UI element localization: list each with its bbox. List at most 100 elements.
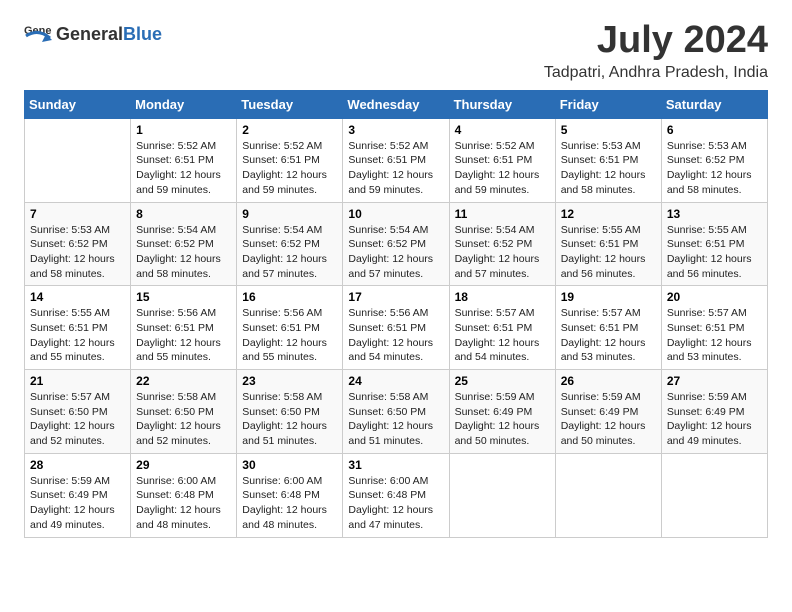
day-number: 6 bbox=[667, 123, 762, 137]
day-info: Sunrise: 5:53 AM Sunset: 6:52 PM Dayligh… bbox=[667, 139, 762, 198]
day-info: Sunrise: 5:57 AM Sunset: 6:50 PM Dayligh… bbox=[30, 390, 125, 449]
calendar-cell: 7 Sunrise: 5:53 AM Sunset: 6:52 PM Daylig… bbox=[25, 202, 131, 286]
day-info: Sunrise: 5:56 AM Sunset: 6:51 PM Dayligh… bbox=[242, 306, 337, 365]
weekday-header-tuesday: Tuesday bbox=[237, 90, 343, 118]
calendar-cell: 17Sunrise: 5:56 AM Sunset: 6:51 PM Dayli… bbox=[343, 286, 449, 370]
weekday-header-thursday: Thursday bbox=[449, 90, 555, 118]
day-info: Sunrise: 6:00 AM Sunset: 6:48 PM Dayligh… bbox=[242, 474, 337, 533]
weekday-header-monday: Monday bbox=[131, 90, 237, 118]
calendar-subtitle: Tadpatri, Andhra Pradesh, India bbox=[544, 64, 768, 82]
weekday-header-sunday: Sunday bbox=[25, 90, 131, 118]
day-info: Sunrise: 5:57 AM Sunset: 6:51 PM Dayligh… bbox=[561, 306, 656, 365]
calendar-cell bbox=[661, 453, 767, 537]
logo: General GeneralBlue bbox=[24, 20, 162, 48]
day-info: Sunrise: 6:00 AM Sunset: 6:48 PM Dayligh… bbox=[136, 474, 231, 533]
day-info: Sunrise: 5:52 AM Sunset: 6:51 PM Dayligh… bbox=[242, 139, 337, 198]
day-number: 10 bbox=[348, 207, 443, 221]
calendar-cell: 20 Sunrise: 5:57 AM Sunset: 6:51 PM Dayli… bbox=[661, 286, 767, 370]
weekday-header-friday: Friday bbox=[555, 90, 661, 118]
calendar-cell: 26 Sunrise: 5:59 AM Sunset: 6:49 PM Dayli… bbox=[555, 370, 661, 454]
day-number: 22 bbox=[136, 374, 231, 388]
title-section: July 2024 Tadpatri, Andhra Pradesh, Indi… bbox=[544, 20, 768, 82]
day-info: Sunrise: 5:54 AM Sunset: 6:52 PM Dayligh… bbox=[136, 223, 231, 282]
day-number: 18 bbox=[455, 290, 550, 304]
day-info: Sunrise: 5:59 AM Sunset: 6:49 PM Dayligh… bbox=[455, 390, 550, 449]
day-info: Sunrise: 5:52 AM Sunset: 6:51 PM Dayligh… bbox=[455, 139, 550, 198]
day-number: 24 bbox=[348, 374, 443, 388]
day-info: Sunrise: 5:59 AM Sunset: 6:49 PM Dayligh… bbox=[30, 474, 125, 533]
day-number: 2 bbox=[242, 123, 337, 137]
calendar-cell: 12 Sunrise: 5:55 AM Sunset: 6:51 PM Dayli… bbox=[555, 202, 661, 286]
day-info: Sunrise: 5:59 AM Sunset: 6:49 PM Dayligh… bbox=[561, 390, 656, 449]
day-info: Sunrise: 5:56 AM Sunset: 6:51 PM Dayligh… bbox=[136, 306, 231, 365]
day-number: 30 bbox=[242, 458, 337, 472]
weekday-header-row: SundayMondayTuesdayWednesdayThursdayFrid… bbox=[25, 90, 768, 118]
calendar-week-4: 21Sunrise: 5:57 AM Sunset: 6:50 PM Dayli… bbox=[25, 370, 768, 454]
calendar-cell: 1 Sunrise: 5:52 AM Sunset: 6:51 PM Daylig… bbox=[131, 118, 237, 202]
calendar-week-2: 7 Sunrise: 5:53 AM Sunset: 6:52 PM Daylig… bbox=[25, 202, 768, 286]
day-info: Sunrise: 5:53 AM Sunset: 6:52 PM Dayligh… bbox=[30, 223, 125, 282]
day-info: Sunrise: 5:58 AM Sunset: 6:50 PM Dayligh… bbox=[348, 390, 443, 449]
calendar-cell: 27 Sunrise: 5:59 AM Sunset: 6:49 PM Dayli… bbox=[661, 370, 767, 454]
day-info: Sunrise: 5:59 AM Sunset: 6:49 PM Dayligh… bbox=[667, 390, 762, 449]
day-number: 8 bbox=[136, 207, 231, 221]
calendar-cell: 10Sunrise: 5:54 AM Sunset: 6:52 PM Dayli… bbox=[343, 202, 449, 286]
day-number: 5 bbox=[561, 123, 656, 137]
calendar-cell bbox=[555, 453, 661, 537]
day-info: Sunrise: 5:56 AM Sunset: 6:51 PM Dayligh… bbox=[348, 306, 443, 365]
calendar-cell: 28 Sunrise: 5:59 AM Sunset: 6:49 PM Dayli… bbox=[25, 453, 131, 537]
day-info: Sunrise: 5:55 AM Sunset: 6:51 PM Dayligh… bbox=[561, 223, 656, 282]
day-number: 9 bbox=[242, 207, 337, 221]
day-number: 14 bbox=[30, 290, 125, 304]
day-info: Sunrise: 5:57 AM Sunset: 6:51 PM Dayligh… bbox=[667, 306, 762, 365]
day-number: 1 bbox=[136, 123, 231, 137]
calendar-cell: 13 Sunrise: 5:55 AM Sunset: 6:51 PM Dayli… bbox=[661, 202, 767, 286]
calendar-cell: 8 Sunrise: 5:54 AM Sunset: 6:52 PM Daylig… bbox=[131, 202, 237, 286]
day-info: Sunrise: 5:52 AM Sunset: 6:51 PM Dayligh… bbox=[348, 139, 443, 198]
logo-blue: Blue bbox=[123, 24, 162, 44]
calendar-cell: 5Sunrise: 5:53 AM Sunset: 6:51 PM Daylig… bbox=[555, 118, 661, 202]
day-info: Sunrise: 5:54 AM Sunset: 6:52 PM Dayligh… bbox=[455, 223, 550, 282]
calendar-cell: 19 Sunrise: 5:57 AM Sunset: 6:51 PM Dayli… bbox=[555, 286, 661, 370]
day-number: 12 bbox=[561, 207, 656, 221]
day-number: 16 bbox=[242, 290, 337, 304]
day-number: 25 bbox=[455, 374, 550, 388]
day-number: 26 bbox=[561, 374, 656, 388]
calendar-cell: 2 Sunrise: 5:52 AM Sunset: 6:51 PM Daylig… bbox=[237, 118, 343, 202]
calendar-cell bbox=[449, 453, 555, 537]
day-number: 7 bbox=[30, 207, 125, 221]
day-info: Sunrise: 5:58 AM Sunset: 6:50 PM Dayligh… bbox=[136, 390, 231, 449]
day-info: Sunrise: 5:54 AM Sunset: 6:52 PM Dayligh… bbox=[242, 223, 337, 282]
day-number: 20 bbox=[667, 290, 762, 304]
logo-general: General bbox=[56, 24, 123, 44]
day-number: 11 bbox=[455, 207, 550, 221]
day-info: Sunrise: 6:00 AM Sunset: 6:48 PM Dayligh… bbox=[348, 474, 443, 533]
calendar-title: July 2024 bbox=[544, 20, 768, 62]
calendar-cell: 29Sunrise: 6:00 AM Sunset: 6:48 PM Dayli… bbox=[131, 453, 237, 537]
calendar-cell: 22 Sunrise: 5:58 AM Sunset: 6:50 PM Dayli… bbox=[131, 370, 237, 454]
calendar-cell: 24 Sunrise: 5:58 AM Sunset: 6:50 PM Dayli… bbox=[343, 370, 449, 454]
calendar-cell: 21Sunrise: 5:57 AM Sunset: 6:50 PM Dayli… bbox=[25, 370, 131, 454]
calendar-cell: 23 Sunrise: 5:58 AM Sunset: 6:50 PM Dayli… bbox=[237, 370, 343, 454]
calendar-cell bbox=[25, 118, 131, 202]
calendar-cell: 9 Sunrise: 5:54 AM Sunset: 6:52 PM Daylig… bbox=[237, 202, 343, 286]
calendar-cell: 25 Sunrise: 5:59 AM Sunset: 6:49 PM Dayli… bbox=[449, 370, 555, 454]
calendar-cell: 30 Sunrise: 6:00 AM Sunset: 6:48 PM Dayli… bbox=[237, 453, 343, 537]
day-info: Sunrise: 5:58 AM Sunset: 6:50 PM Dayligh… bbox=[242, 390, 337, 449]
day-number: 19 bbox=[561, 290, 656, 304]
calendar-week-5: 28 Sunrise: 5:59 AM Sunset: 6:49 PM Dayli… bbox=[25, 453, 768, 537]
day-number: 28 bbox=[30, 458, 125, 472]
calendar-week-1: 1 Sunrise: 5:52 AM Sunset: 6:51 PM Daylig… bbox=[25, 118, 768, 202]
day-info: Sunrise: 5:55 AM Sunset: 6:51 PM Dayligh… bbox=[30, 306, 125, 365]
calendar-table: SundayMondayTuesdayWednesdayThursdayFrid… bbox=[24, 90, 768, 538]
day-info: Sunrise: 5:57 AM Sunset: 6:51 PM Dayligh… bbox=[455, 306, 550, 365]
day-number: 31 bbox=[348, 458, 443, 472]
day-number: 23 bbox=[242, 374, 337, 388]
day-number: 15 bbox=[136, 290, 231, 304]
day-info: Sunrise: 5:55 AM Sunset: 6:51 PM Dayligh… bbox=[667, 223, 762, 282]
day-info: Sunrise: 5:52 AM Sunset: 6:51 PM Dayligh… bbox=[136, 139, 231, 198]
calendar-cell: 14 Sunrise: 5:55 AM Sunset: 6:51 PM Dayli… bbox=[25, 286, 131, 370]
day-number: 13 bbox=[667, 207, 762, 221]
day-number: 27 bbox=[667, 374, 762, 388]
calendar-cell: 16 Sunrise: 5:56 AM Sunset: 6:51 PM Dayli… bbox=[237, 286, 343, 370]
